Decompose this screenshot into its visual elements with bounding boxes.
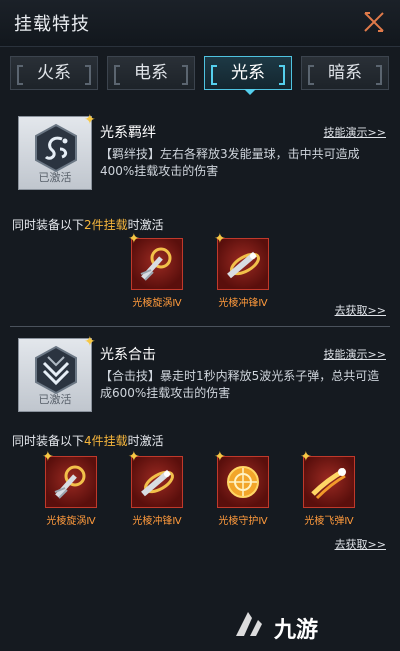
item-name: 光棱冲锋Ⅳ <box>132 516 182 527</box>
active-tab-indicator <box>244 89 256 95</box>
tab-label: 光系 <box>231 63 265 83</box>
skill-demo-link[interactable]: 技能演示>> <box>324 346 386 362</box>
equipment-item[interactable]: ✦ 光棱旋涡Ⅳ <box>128 231 184 309</box>
tab-electric[interactable]: 电系 <box>107 56 195 90</box>
watermark-logo-icon <box>236 612 262 636</box>
site-watermark: 九游 <box>210 606 390 646</box>
equipment-item[interactable]: ✦ 光棱守护Ⅳ <box>214 449 270 527</box>
tab-bracket-right <box>279 65 285 85</box>
requirement-prefix: 同时装备以下 <box>12 218 85 232</box>
tab-bracket-left <box>114 65 120 85</box>
requirement-prefix: 同时装备以下 <box>12 434 85 448</box>
header-bar: 挂载特技 <box>0 0 400 47</box>
skill-icon-box[interactable]: 已激活 <box>18 116 92 190</box>
spiral-weapon-icon <box>54 465 86 499</box>
requirement-text: 同时装备以下4件挂载时激活 <box>12 432 164 449</box>
tab-bracket-left <box>308 65 314 85</box>
star-icon: ✦ <box>84 112 96 128</box>
equipment-item[interactable]: ✦ 光棱旋涡Ⅳ <box>42 449 98 527</box>
star-icon: ✦ <box>128 231 140 247</box>
equipment-item[interactable]: ✦ 光棱冲锋Ⅳ <box>128 449 184 527</box>
close-icon[interactable] <box>362 10 386 34</box>
item-name: 光棱飞弹Ⅳ <box>304 516 354 527</box>
item-icon-frame: ✦ <box>128 231 183 290</box>
spiral-weapon-icon <box>140 247 172 281</box>
star-icon: ✦ <box>42 449 54 465</box>
tab-bracket-right <box>376 65 382 85</box>
item-name: 光棱守护Ⅳ <box>218 516 268 527</box>
tab-bracket-right <box>182 65 188 85</box>
element-tabs: 火系 电系 光系 暗系 <box>10 56 390 92</box>
star-icon: ✦ <box>84 334 96 350</box>
star-icon: ✦ <box>214 449 226 465</box>
tab-dark[interactable]: 暗系 <box>301 56 389 90</box>
item-icon-frame: ✦ <box>214 231 269 290</box>
tab-label: 电系 <box>134 63 168 83</box>
item-icon-frame: ✦ <box>214 449 269 508</box>
skill-section-combo: 已激活 ✦ 光系合击 技能演示>> 【合击技】暴走时1秒内释放5波光系子弹，总共… <box>10 334 390 558</box>
requirement-text: 同时装备以下2件挂载时激活 <box>12 216 164 233</box>
tab-fire[interactable]: 火系 <box>10 56 98 90</box>
skill-icon-box[interactable]: 已激活 <box>18 338 92 412</box>
shield-orb-icon <box>227 466 259 498</box>
skill-name: 光系羁绊 <box>100 125 156 141</box>
skill-description: 【羁绊技】左右各释放3发能量球，击中共可造成400%挂载攻击的伤害 <box>100 147 360 178</box>
get-items-link[interactable]: 去获取>> <box>335 302 386 318</box>
requirement-count: 2件挂载 <box>84 218 128 232</box>
page-title: 挂载特技 <box>14 14 90 35</box>
skill-status-label: 已激活 <box>38 171 72 184</box>
item-name: 光棱旋涡Ⅳ <box>46 516 96 527</box>
skill-name: 光系合击 <box>100 347 156 363</box>
equipment-item[interactable]: ✦ 光棱冲锋Ⅳ <box>214 231 270 309</box>
item-icon-frame: ✦ <box>42 449 97 508</box>
tab-bracket-right <box>85 65 91 85</box>
equipment-item[interactable]: ✦ 光棱飞弹Ⅳ <box>300 449 356 527</box>
item-name: 光棱冲锋Ⅳ <box>218 298 268 309</box>
tab-light[interactable]: 光系 <box>204 56 292 90</box>
get-items-link[interactable]: 去获取>> <box>335 536 386 552</box>
skill-status-label: 已激活 <box>38 393 72 406</box>
star-icon: ✦ <box>128 449 140 465</box>
tab-bracket-left <box>211 65 217 85</box>
charge-weapon-icon <box>141 469 174 497</box>
item-name: 光棱旋涡Ⅳ <box>132 298 182 309</box>
requirement-suffix: 时激活 <box>127 218 164 232</box>
watermark-text: 九游 <box>274 618 319 643</box>
item-icon-frame: ✦ <box>300 449 355 508</box>
star-icon: ✦ <box>300 449 312 465</box>
light-combo-icon <box>35 345 77 395</box>
light-bond-icon <box>35 123 77 173</box>
skill-section-bond: 已激活 ✦ 光系羁绊 技能演示>> 【羁绊技】左右各释放3发能量球，击中共可造成… <box>10 112 390 326</box>
skill-demo-link[interactable]: 技能演示>> <box>324 124 386 140</box>
star-icon: ✦ <box>214 231 226 247</box>
skill-description: 【合击技】暴走时1秒内释放5波光系子弹，总共可造成600%挂载攻击的伤害 <box>100 369 380 400</box>
section-divider <box>10 326 390 327</box>
charge-weapon-icon <box>227 251 260 279</box>
missile-icon <box>311 467 347 500</box>
item-icon-frame: ✦ <box>128 449 183 508</box>
tab-bracket-left <box>17 65 23 85</box>
requirement-suffix: 时激活 <box>127 434 164 448</box>
tab-label: 暗系 <box>328 63 362 83</box>
tab-label: 火系 <box>37 63 71 83</box>
requirement-count: 4件挂载 <box>84 434 128 448</box>
